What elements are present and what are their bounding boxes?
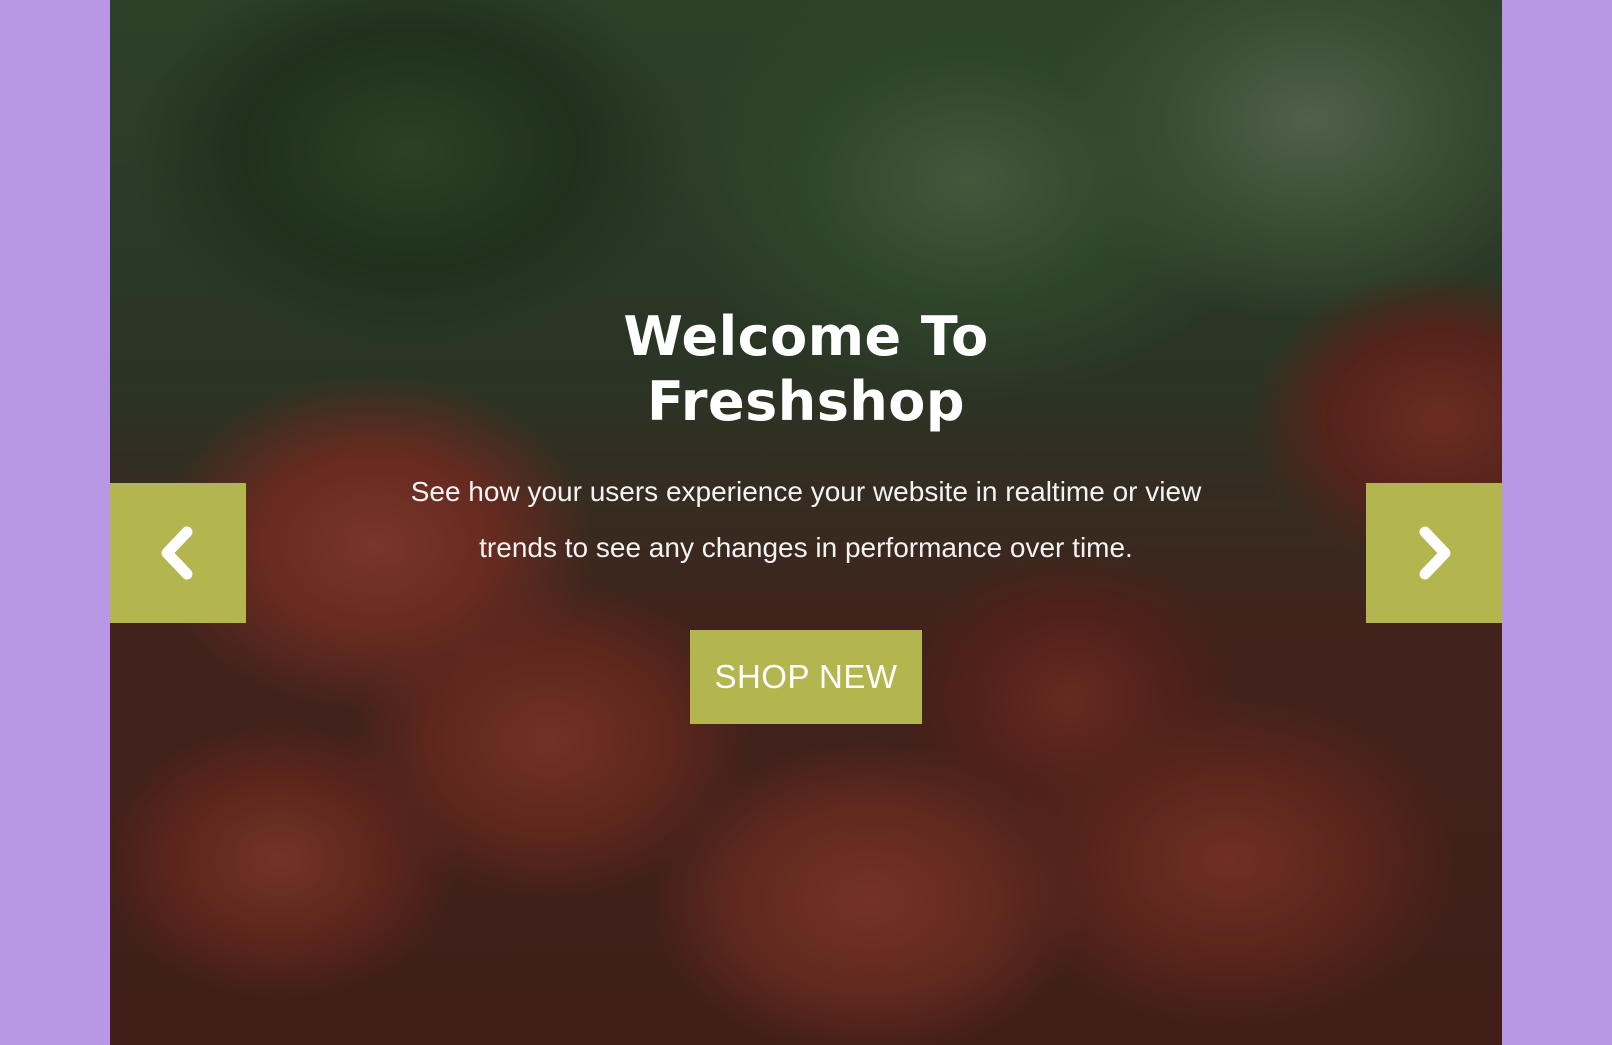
chevron-left-icon <box>161 526 193 580</box>
chevron-right-icon <box>1419 526 1451 580</box>
hero-title: Welcome To Freshshop <box>623 305 989 433</box>
hero-banner: Welcome To Freshshop See how your users … <box>110 0 1502 1045</box>
shop-new-button[interactable]: SHOP NEW <box>690 630 922 724</box>
hero-content: Welcome To Freshshop See how your users … <box>110 304 1502 724</box>
carousel-prev-button[interactable] <box>110 483 246 623</box>
hero-subtitle: See how your users experience your websi… <box>410 476 1202 563</box>
carousel-next-button[interactable] <box>1366 483 1502 623</box>
